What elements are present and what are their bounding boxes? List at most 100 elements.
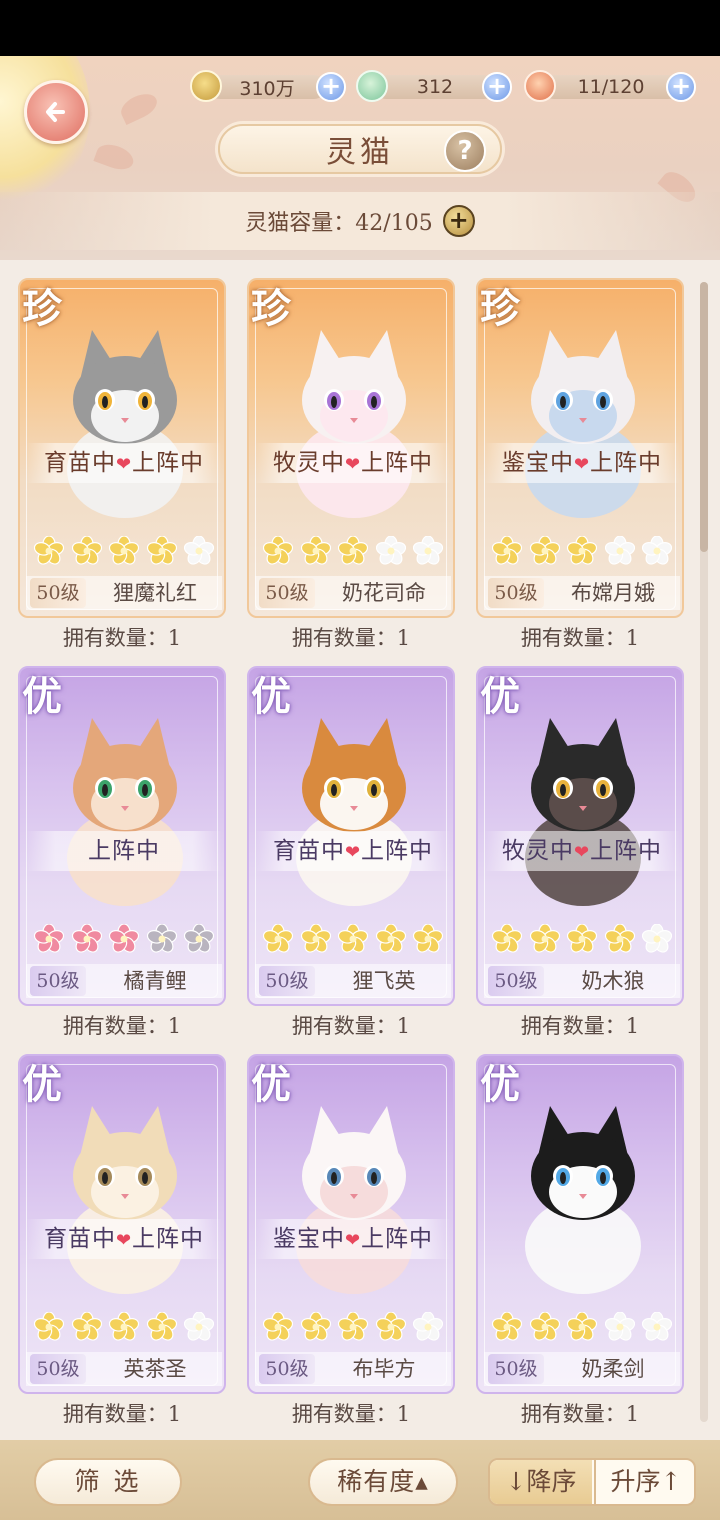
star-filled-icon xyxy=(529,535,560,566)
petal-decoration xyxy=(117,89,161,125)
heart-icon: ❤ xyxy=(115,454,133,475)
cat-card[interactable]: 珍鉴宝中❤上阵中 50级 布嫦月娥 xyxy=(476,278,684,618)
scrollbar-thumb[interactable] xyxy=(700,282,708,552)
cat-card[interactable]: 优鉴宝中❤上阵中 50级 布毕方 xyxy=(247,1054,455,1394)
cat-name: 奶花司命 xyxy=(342,581,426,605)
grade-badge: 优 xyxy=(251,673,291,720)
cat-level: 50级 xyxy=(488,966,544,996)
cat-info-row: 50级 橘青鲤 xyxy=(26,964,222,998)
cat-card[interactable]: 优 50级 奶柔剑 xyxy=(476,1054,684,1394)
star-empty-icon xyxy=(641,1311,673,1342)
cat-portrait-icon xyxy=(525,1106,641,1294)
star-empty-icon xyxy=(641,535,673,566)
cat-card[interactable]: 珍育苗中❤上阵中 50级 狸魔礼红 xyxy=(18,278,226,618)
heart-icon: ❤ xyxy=(573,842,591,863)
owned-count: 拥有数量：1 xyxy=(520,626,640,650)
star-filled-icon xyxy=(491,923,523,954)
filter-button[interactable]: 筛 选 xyxy=(34,1458,182,1506)
cat-card[interactable]: 优上阵中 50级 橘青鲤 xyxy=(18,666,226,1006)
owned-count: 拥有数量：1 xyxy=(291,1014,411,1038)
cat-level: 50级 xyxy=(488,578,544,608)
heart-icon: ❤ xyxy=(344,842,362,863)
star-filled-icon xyxy=(529,923,560,954)
add-cat-food-button[interactable]: + xyxy=(666,72,696,102)
descending-button[interactable]: ↓降序 xyxy=(490,1460,592,1504)
cat-status: 育苗中❤上阵中 xyxy=(255,831,451,871)
rarity-sort-button[interactable]: 稀有度▴ xyxy=(308,1458,458,1506)
owned-count: 拥有数量：1 xyxy=(520,1402,640,1426)
star-filled-icon xyxy=(71,1311,102,1342)
status-text: 牧灵中 xyxy=(272,450,345,476)
star-rating xyxy=(491,535,673,566)
star-empty-icon xyxy=(375,535,406,566)
status-text: 鉴宝中 xyxy=(272,1226,345,1252)
cat-info-row: 50级 奶柔剑 xyxy=(484,1352,680,1386)
resource-cat-food: 11/120 + xyxy=(524,70,700,102)
star-filled-icon xyxy=(491,1311,523,1342)
star-filled-icon xyxy=(337,535,369,566)
star-filled-icon xyxy=(108,923,140,954)
back-button[interactable] xyxy=(24,80,88,144)
cat-portrait-icon xyxy=(67,330,183,518)
grade-badge: 珍 xyxy=(22,285,62,332)
cat-portrait-icon xyxy=(67,1106,183,1294)
add-paw-coins-button[interactable]: + xyxy=(316,72,346,102)
heart-icon: ❤ xyxy=(344,454,362,475)
status-text: 鉴宝中 xyxy=(501,450,574,476)
star-empty-icon xyxy=(183,923,215,954)
star-filled-icon xyxy=(566,923,598,954)
star-filled-icon xyxy=(566,535,598,566)
star-empty-icon xyxy=(641,923,673,954)
status-text: 上阵中 xyxy=(590,838,663,864)
cat-name: 布嫦月娥 xyxy=(571,581,655,605)
cat-portrait-icon xyxy=(67,718,183,906)
cat-name: 布毕方 xyxy=(352,1357,416,1381)
status-text: 上阵中 xyxy=(361,450,434,476)
cat-card[interactable]: 优牧灵中❤上阵中 50级 奶木狼 xyxy=(476,666,684,1006)
grade-badge: 优 xyxy=(22,1061,62,1108)
capacity-label: 灵猫容量：42/105 xyxy=(245,211,433,236)
star-filled-icon xyxy=(108,535,140,566)
owned-count: 拥有数量：1 xyxy=(291,1402,411,1426)
petal-decoration xyxy=(93,140,137,174)
help-button[interactable]: ? xyxy=(444,130,486,172)
cat-level: 50级 xyxy=(259,578,315,608)
cat-level: 50级 xyxy=(488,1354,544,1384)
status-text: 上阵中 xyxy=(88,838,160,864)
star-filled-icon xyxy=(71,535,102,566)
heart-icon: ❤ xyxy=(573,454,591,475)
status-text: 上阵中 xyxy=(361,838,434,864)
star-rating xyxy=(491,1311,673,1342)
star-rating xyxy=(262,923,444,954)
star-filled-icon xyxy=(604,923,635,954)
cat-card[interactable]: 珍牧灵中❤上阵中 50级 奶花司命 xyxy=(247,278,455,618)
cat-card[interactable]: 优育苗中❤上阵中 50级 英茶圣 xyxy=(18,1054,226,1394)
owned-count: 拥有数量：1 xyxy=(62,626,182,650)
status-bar xyxy=(0,0,720,56)
cat-level: 50级 xyxy=(30,966,86,996)
resource-paw-coins: 310万 + xyxy=(190,70,350,102)
cat-status: 育苗中❤上阵中 xyxy=(26,1219,222,1259)
cat-info-row: 50级 奶花司命 xyxy=(255,576,451,610)
cat-level: 50级 xyxy=(259,1354,315,1384)
cat-info-row: 50级 狸魔礼红 xyxy=(26,576,222,610)
add-jade-fish-button[interactable]: + xyxy=(482,72,512,102)
star-filled-icon xyxy=(33,923,65,954)
star-rating xyxy=(33,923,215,954)
ascending-button[interactable]: 升序↑ xyxy=(594,1460,694,1504)
jade-fish-icon xyxy=(356,70,388,102)
star-filled-icon xyxy=(33,1311,65,1342)
star-filled-icon xyxy=(337,923,369,954)
expand-capacity-button[interactable]: + xyxy=(442,205,475,237)
star-filled-icon xyxy=(146,535,177,566)
resource-value: 11/120 xyxy=(542,75,680,99)
cat-status: 上阵中 xyxy=(26,831,222,871)
cat-card[interactable]: 优育苗中❤上阵中 50级 狸飞英 xyxy=(247,666,455,1006)
star-empty-icon xyxy=(604,535,635,566)
star-empty-icon xyxy=(604,1311,635,1342)
star-filled-icon xyxy=(262,923,294,954)
status-text: 育苗中 xyxy=(272,838,345,864)
resource-value: 310万 xyxy=(208,75,326,100)
star-rating xyxy=(33,1311,215,1342)
cat-info-row: 50级 布嫦月娥 xyxy=(484,576,680,610)
